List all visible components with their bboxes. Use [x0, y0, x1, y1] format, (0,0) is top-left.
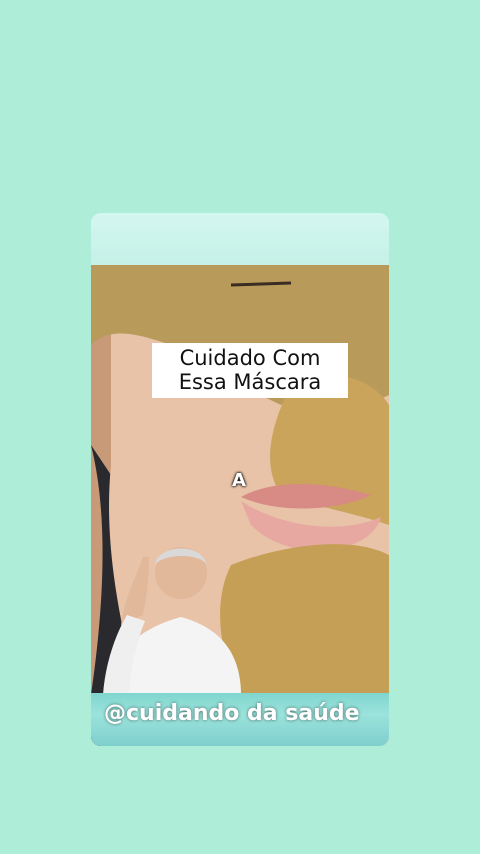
overlay-letter: A [232, 470, 246, 491]
caption-line-1: Cuidado Com [179, 346, 321, 370]
video-frame[interactable]: Cuidado Com Essa Máscara A @cuidando da … [91, 265, 389, 746]
video-caption: Cuidado Com Essa Máscara [152, 343, 348, 398]
card-header-area [91, 213, 389, 265]
video-scene-illustration [91, 265, 389, 746]
channel-handle[interactable]: @cuidando da saúde [104, 701, 360, 726]
video-card[interactable]: Cuidado Com Essa Máscara A @cuidando da … [91, 213, 389, 746]
caption-line-2: Essa Máscara [178, 370, 322, 394]
